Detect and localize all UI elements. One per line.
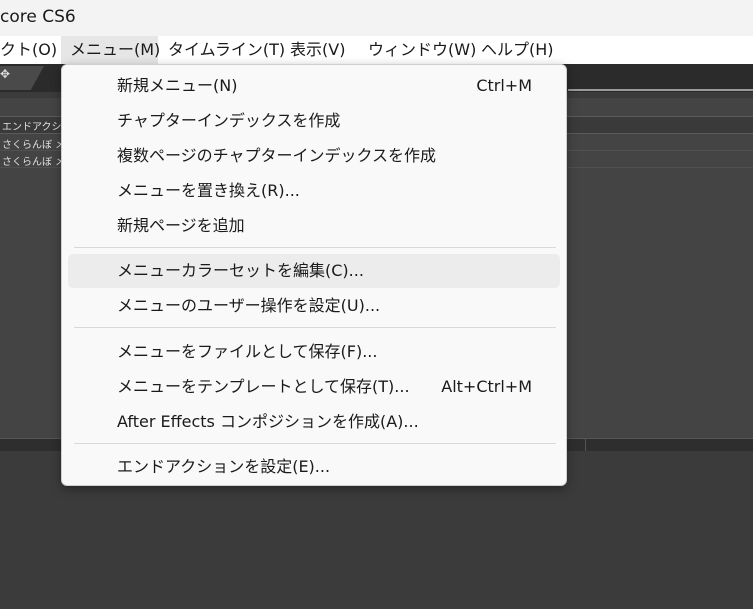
menu-window[interactable]: ウィンドウ(W) (368, 36, 476, 64)
menu-item-save-as-file[interactable]: メニューをファイルとして保存(F)... (68, 335, 560, 369)
menu-item-label: 複数ページのチャプターインデックスを作成 (117, 146, 437, 165)
menu-help[interactable]: ヘルプ(H) (481, 36, 554, 64)
menu-timeline[interactable]: タイムライン(T) (168, 36, 285, 64)
menu-item-shortcut: Ctrl+M (476, 76, 532, 95)
menu-item-label: メニューのユーザー操作を設定(U)... (117, 296, 381, 315)
window-title: core CS6 (0, 7, 76, 27)
move-cursor-icon: ✥ (0, 67, 11, 81)
menu-item-label: メニューを置き換え(R)... (117, 181, 300, 200)
menu-dropdown: 新規メニュー(N) Ctrl+M チャプターインデックスを作成 複数ページのチャ… (61, 64, 567, 486)
panel-underline (568, 89, 753, 91)
menu-item-set-end-action[interactable]: エンドアクションを設定(E)... (68, 450, 560, 484)
menu-view[interactable]: 表示(V) (290, 36, 345, 64)
menu-divider (74, 443, 556, 444)
menu-bar: クト(O) メニュー(M) タイムライン(T) 表示(V) ウィンドウ(W) ヘ… (0, 36, 753, 64)
title-bar: core CS6 (0, 0, 753, 36)
menu-divider (74, 327, 556, 328)
menu-item-shortcut: Alt+Ctrl+M (441, 377, 532, 396)
menu-item-new-menu[interactable]: 新規メニュー(N) Ctrl+M (68, 69, 560, 103)
menu-item-edit-color-set[interactable]: メニューカラーセットを編集(C)... (68, 254, 560, 288)
menu-item-label: メニューをテンプレートとして保存(T)... (117, 377, 410, 396)
splitter-tick (585, 439, 586, 451)
menu-item-label: メニューをファイルとして保存(F)... (117, 342, 378, 361)
menu-item-set-user-operations[interactable]: メニューのユーザー操作を設定(U)... (68, 289, 560, 323)
menu-menu[interactable]: メニュー(M) (61, 36, 160, 64)
menu-item-add-new-page[interactable]: 新規ページを追加 (68, 209, 560, 243)
menu-item-label: 新規メニュー(N) (117, 76, 238, 95)
menu-item-replace-menu[interactable]: メニューを置き換え(R)... (68, 174, 560, 208)
menu-item-label: 新規ページを追加 (117, 216, 245, 235)
menu-item-label: エンドアクションを設定(E)... (117, 457, 331, 476)
menu-item-label: メニューカラーセットを編集(C)... (117, 261, 364, 280)
menu-item-create-chapter-index[interactable]: チャプターインデックスを作成 (68, 104, 560, 138)
column-header-end-action[interactable]: エンドアクシ (2, 118, 62, 133)
menu-item-label: After Effects コンポジションを作成(A)... (117, 412, 419, 431)
menu-divider (74, 247, 556, 248)
menu-project[interactable]: クト(O) (0, 36, 57, 64)
menu-item-create-multipage-chapter-index[interactable]: 複数ページのチャプターインデックスを作成 (68, 139, 560, 173)
menu-item-save-as-template[interactable]: メニューをテンプレートとして保存(T)... Alt+Ctrl+M (68, 370, 560, 404)
menu-item-label: チャプターインデックスを作成 (117, 111, 341, 130)
menu-item-create-ae-composition[interactable]: After Effects コンポジションを作成(A)... (68, 405, 560, 439)
